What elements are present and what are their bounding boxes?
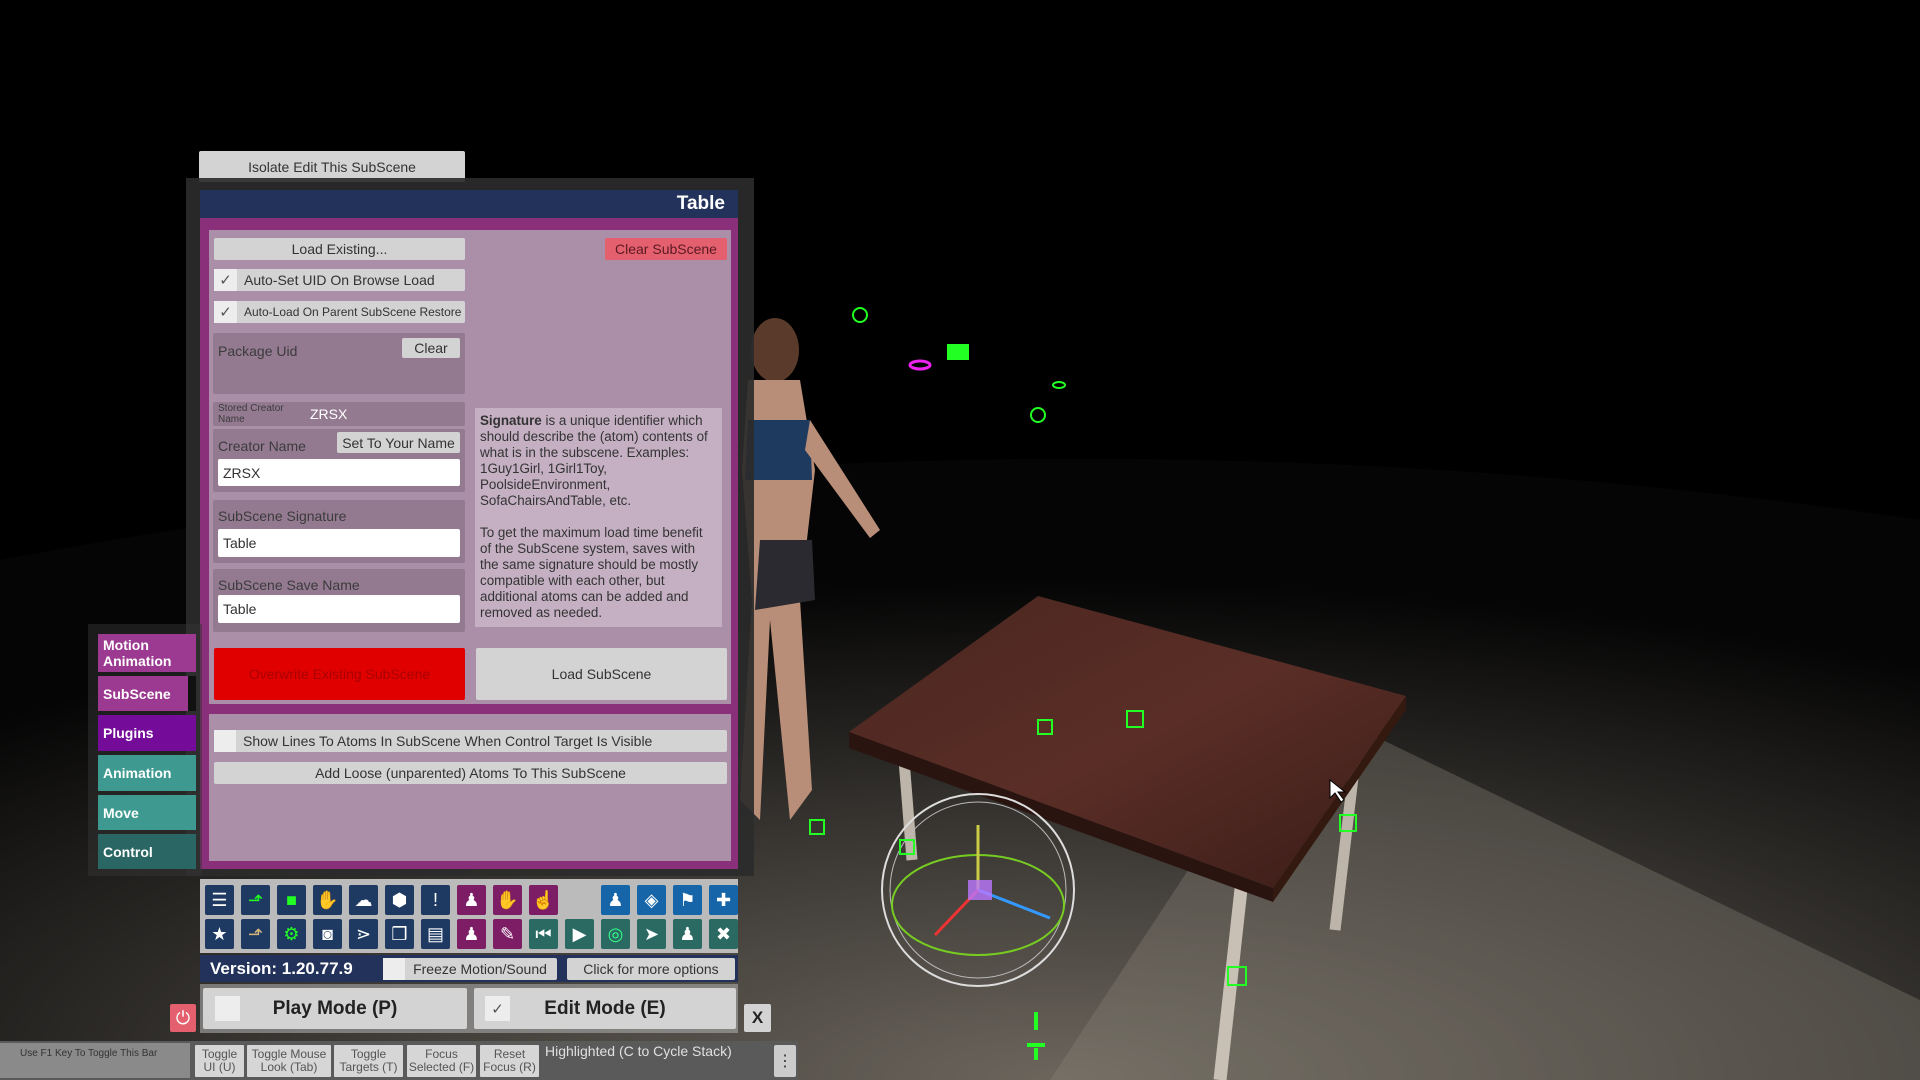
toggle-label: Auto-Set UID On Browse Load	[244, 272, 435, 288]
signature-label: SubScene Signature	[218, 508, 347, 524]
stored-creator-label: Stored Creator Name	[218, 403, 284, 425]
highlighted-status: Highlighted (C to Cycle Stack)	[545, 1043, 732, 1059]
unity-icon[interactable]: ◈	[637, 885, 666, 915]
signature-info-text: Signature is a unique identifier which s…	[475, 408, 722, 627]
edit-mode-button[interactable]: Edit Mode (E)	[474, 988, 736, 1029]
load-existing-button[interactable]: Load Existing...	[214, 238, 465, 260]
checkmark-icon[interactable]: ✓	[214, 269, 237, 291]
box-open-icon[interactable]: ❒	[385, 919, 414, 949]
node-graph-icon[interactable]: ⋗	[349, 919, 378, 949]
play-mode-label: Play Mode (P)	[272, 997, 398, 1019]
tab-move[interactable]: Move	[98, 795, 196, 830]
edit-mode-label: Edit Mode (E)	[544, 997, 666, 1019]
skip-back-icon[interactable]: ⏮	[529, 919, 558, 949]
play-icon[interactable]: ▶	[565, 919, 594, 949]
f1-hint: Use F1 Key To Toggle This Bar	[0, 1043, 190, 1078]
more-options-button[interactable]: Click for more options	[567, 958, 735, 980]
save-name-label: SubScene Save Name	[218, 577, 360, 593]
camera-icon[interactable]: ◙	[313, 919, 342, 949]
panel-title: Table	[200, 190, 738, 218]
close-button[interactable]: X	[744, 1004, 771, 1032]
open-scene-icon[interactable]: ⬏	[241, 885, 270, 915]
flag-icon[interactable]: ⚑	[673, 885, 702, 915]
overwrite-subscene-button[interactable]: Overwrite Existing SubScene	[214, 648, 465, 700]
toggle-targets-button[interactable]: Toggle Targets (T)	[334, 1045, 403, 1077]
checkbox[interactable]	[214, 730, 236, 752]
active-tab-indicator	[188, 676, 196, 711]
person-icon[interactable]: ♟	[601, 885, 630, 915]
folder-open-icon[interactable]: ⬏	[241, 919, 270, 949]
cursor-icon[interactable]: ➤	[637, 919, 666, 949]
more-menu-icon[interactable]: ⋮	[774, 1045, 796, 1077]
document-icon[interactable]: ▤	[421, 919, 450, 949]
hand-icon[interactable]: ✋	[493, 885, 522, 915]
toggle-ui-button[interactable]: Toggle UI (U)	[195, 1045, 244, 1077]
power-icon[interactable]: ⏻	[170, 1004, 196, 1032]
toggle-label: Auto-Load On Parent SubScene Restore	[244, 305, 462, 319]
freeze-motion-toggle[interactable]: Freeze Motion/Sound	[383, 958, 557, 980]
tab-animation[interactable]: Animation	[98, 755, 196, 791]
tab-subscene[interactable]: SubScene	[98, 676, 196, 711]
play-mode-button[interactable]: Play Mode (P)	[203, 988, 467, 1029]
checkmark-icon[interactable]: ✓	[485, 996, 510, 1021]
stored-creator-value: ZRSX	[310, 406, 348, 422]
package-uid-label: Package Uid	[218, 343, 298, 359]
reset-focus-button[interactable]: Reset Focus (R)	[480, 1045, 539, 1077]
load-subscene-button[interactable]: Load SubScene	[476, 648, 727, 700]
auto-set-uid-toggle[interactable]: Auto-Set UID On Browse Load	[214, 269, 465, 291]
toggle-label: Freeze Motion/Sound	[413, 961, 547, 977]
show-lines-toggle[interactable]: Show Lines To Atoms In SubScene When Con…	[214, 730, 727, 752]
tab-plugins[interactable]: Plugins	[98, 715, 196, 751]
pointer-hand-icon[interactable]: ☝	[529, 885, 558, 915]
toggle-label: Show Lines To Atoms In SubScene When Con…	[243, 733, 653, 749]
info-paragraph-2: To get the maximum load time benefit of …	[480, 525, 703, 620]
auto-load-parent-toggle[interactable]: Auto-Load On Parent SubScene Restore	[214, 301, 465, 323]
alert-icon[interactable]: !	[421, 885, 450, 915]
cloud-download-icon[interactable]: ☁	[349, 885, 378, 915]
package-uid-clear-button[interactable]: Clear	[402, 338, 460, 358]
clear-subscene-button[interactable]: Clear SubScene	[605, 238, 727, 260]
version-label: Version: 1.20.77.9	[210, 959, 353, 978]
cube-icon[interactable]: ⬢	[385, 885, 414, 915]
info-bold: Signature	[480, 413, 542, 428]
people-icon[interactable]: ♟	[673, 919, 702, 949]
folder-gear-icon[interactable]: ⚙	[277, 919, 306, 949]
checkbox[interactable]	[383, 958, 405, 980]
checkmark-icon[interactable]: ✓	[214, 301, 237, 323]
person-remove-icon[interactable]: ♟	[457, 919, 486, 949]
tools-icon[interactable]: ✖	[709, 919, 738, 949]
folder-icon[interactable]: ■	[277, 885, 306, 915]
signature-input[interactable]	[218, 529, 460, 557]
creator-name-label: Creator Name	[218, 438, 306, 454]
tab-motion-animation[interactable]: Motion Animation	[98, 634, 196, 672]
set-to-your-name-button[interactable]: Set To Your Name	[337, 432, 460, 453]
focus-selected-button[interactable]: Focus Selected (F)	[407, 1045, 476, 1077]
menu-icon[interactable]: ☰	[205, 885, 234, 915]
tab-control[interactable]: Control	[98, 834, 196, 869]
person-add-icon[interactable]: ♟	[457, 885, 486, 915]
plus-icon[interactable]: ✚	[709, 885, 738, 915]
crosshair-icon[interactable]: ◎	[601, 919, 630, 949]
add-loose-atoms-button[interactable]: Add Loose (unparented) Atoms To This Sub…	[214, 762, 727, 784]
creator-name-input[interactable]	[218, 459, 460, 486]
save-name-input[interactable]	[218, 595, 460, 623]
star-icon[interactable]: ★	[205, 919, 234, 949]
grab-icon[interactable]: ✎	[493, 919, 522, 949]
checkbox[interactable]	[215, 996, 240, 1021]
hand-red-icon[interactable]: ✋	[313, 885, 342, 915]
toggle-mouse-look-button[interactable]: Toggle Mouse Look (Tab)	[247, 1045, 331, 1077]
